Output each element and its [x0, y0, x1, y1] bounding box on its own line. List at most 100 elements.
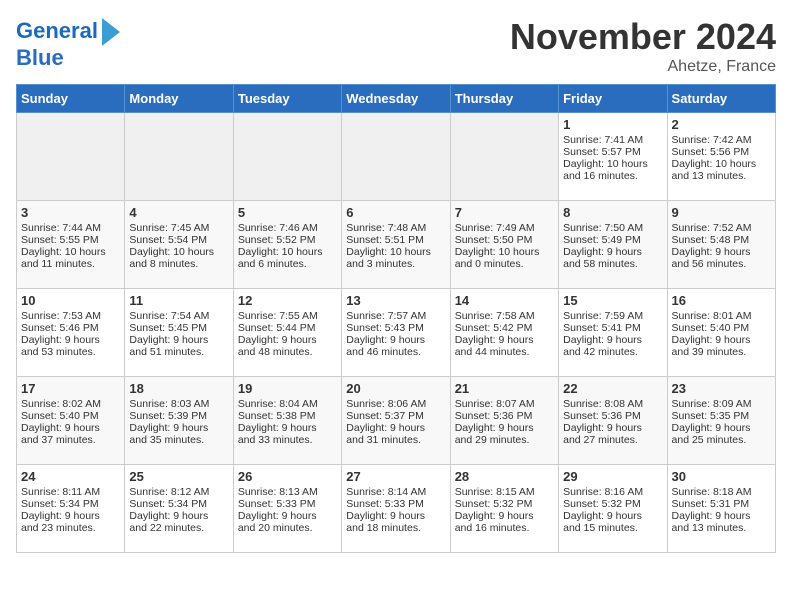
- day-content: Sunrise: 8:12 AM: [129, 486, 228, 498]
- day-content: and 39 minutes.: [672, 346, 771, 358]
- calendar-cell: 30Sunrise: 8:18 AMSunset: 5:31 PMDayligh…: [667, 465, 775, 553]
- day-number: 17: [21, 381, 120, 396]
- week-row: 10Sunrise: 7:53 AMSunset: 5:46 PMDayligh…: [17, 289, 776, 377]
- day-content: Daylight: 9 hours: [21, 422, 120, 434]
- header-monday: Monday: [125, 85, 233, 113]
- day-content: and 11 minutes.: [21, 258, 120, 270]
- day-content: Sunrise: 8:16 AM: [563, 486, 662, 498]
- day-content: and 25 minutes.: [672, 434, 771, 446]
- day-content: Daylight: 9 hours: [563, 334, 662, 346]
- day-content: Sunset: 5:35 PM: [672, 410, 771, 422]
- day-content: Daylight: 9 hours: [129, 510, 228, 522]
- calendar-cell: 20Sunrise: 8:06 AMSunset: 5:37 PMDayligh…: [342, 377, 450, 465]
- day-content: Daylight: 10 hours: [672, 158, 771, 170]
- calendar-cell: 12Sunrise: 7:55 AMSunset: 5:44 PMDayligh…: [233, 289, 341, 377]
- day-content: Sunset: 5:34 PM: [21, 498, 120, 510]
- day-content: and 42 minutes.: [563, 346, 662, 358]
- calendar-cell: [342, 113, 450, 201]
- day-content: Sunset: 5:54 PM: [129, 234, 228, 246]
- day-number: 10: [21, 293, 120, 308]
- day-content: Daylight: 9 hours: [129, 422, 228, 434]
- day-number: 29: [563, 469, 662, 484]
- day-content: Daylight: 9 hours: [346, 510, 445, 522]
- day-content: Sunrise: 7:42 AM: [672, 134, 771, 146]
- day-content: Daylight: 9 hours: [346, 334, 445, 346]
- day-number: 2: [672, 117, 771, 132]
- day-content: Sunset: 5:38 PM: [238, 410, 337, 422]
- day-content: Daylight: 9 hours: [455, 422, 554, 434]
- day-content: Daylight: 9 hours: [672, 510, 771, 522]
- calendar-cell: 15Sunrise: 7:59 AMSunset: 5:41 PMDayligh…: [559, 289, 667, 377]
- day-content: Sunrise: 7:45 AM: [129, 222, 228, 234]
- day-content: Sunset: 5:40 PM: [21, 410, 120, 422]
- header-thursday: Thursday: [450, 85, 558, 113]
- day-content: and 33 minutes.: [238, 434, 337, 446]
- day-number: 21: [455, 381, 554, 396]
- day-content: Daylight: 9 hours: [129, 334, 228, 346]
- day-content: and 8 minutes.: [129, 258, 228, 270]
- day-content: Daylight: 9 hours: [672, 246, 771, 258]
- day-content: Sunset: 5:40 PM: [672, 322, 771, 334]
- day-number: 7: [455, 205, 554, 220]
- month-title: November 2024: [510, 16, 776, 58]
- day-content: Daylight: 9 hours: [672, 422, 771, 434]
- page-header: General Blue November 2024 Ahetze, Franc…: [16, 16, 776, 76]
- day-content: and 22 minutes.: [129, 522, 228, 534]
- calendar-cell: 6Sunrise: 7:48 AMSunset: 5:51 PMDaylight…: [342, 201, 450, 289]
- calendar-cell: 25Sunrise: 8:12 AMSunset: 5:34 PMDayligh…: [125, 465, 233, 553]
- day-content: Sunset: 5:57 PM: [563, 146, 662, 158]
- day-content: Sunrise: 8:14 AM: [346, 486, 445, 498]
- day-content: Sunrise: 7:55 AM: [238, 310, 337, 322]
- day-number: 25: [129, 469, 228, 484]
- day-number: 22: [563, 381, 662, 396]
- header-tuesday: Tuesday: [233, 85, 341, 113]
- day-number: 12: [238, 293, 337, 308]
- day-content: and 37 minutes.: [21, 434, 120, 446]
- day-number: 27: [346, 469, 445, 484]
- day-content: Sunrise: 8:03 AM: [129, 398, 228, 410]
- calendar-cell: 16Sunrise: 8:01 AMSunset: 5:40 PMDayligh…: [667, 289, 775, 377]
- day-content: Daylight: 9 hours: [455, 334, 554, 346]
- calendar-cell: 10Sunrise: 7:53 AMSunset: 5:46 PMDayligh…: [17, 289, 125, 377]
- day-content: and 56 minutes.: [672, 258, 771, 270]
- calendar-cell: 5Sunrise: 7:46 AMSunset: 5:52 PMDaylight…: [233, 201, 341, 289]
- day-number: 14: [455, 293, 554, 308]
- day-content: and 31 minutes.: [346, 434, 445, 446]
- day-content: and 29 minutes.: [455, 434, 554, 446]
- day-content: Daylight: 9 hours: [238, 510, 337, 522]
- calendar-cell: 17Sunrise: 8:02 AMSunset: 5:40 PMDayligh…: [17, 377, 125, 465]
- day-content: Daylight: 9 hours: [563, 422, 662, 434]
- header-wednesday: Wednesday: [342, 85, 450, 113]
- day-content: and 23 minutes.: [21, 522, 120, 534]
- day-content: Sunset: 5:37 PM: [346, 410, 445, 422]
- logo: General Blue: [16, 16, 120, 70]
- day-content: Sunrise: 7:59 AM: [563, 310, 662, 322]
- logo-text-line1: General: [16, 19, 98, 43]
- day-content: Daylight: 9 hours: [455, 510, 554, 522]
- day-number: 20: [346, 381, 445, 396]
- calendar-cell: 27Sunrise: 8:14 AMSunset: 5:33 PMDayligh…: [342, 465, 450, 553]
- day-content: and 6 minutes.: [238, 258, 337, 270]
- day-number: 16: [672, 293, 771, 308]
- day-content: and 27 minutes.: [563, 434, 662, 446]
- day-content: Sunset: 5:39 PM: [129, 410, 228, 422]
- logo-text-line2: Blue: [16, 46, 64, 70]
- day-content: Sunrise: 8:18 AM: [672, 486, 771, 498]
- day-content: Sunrise: 7:49 AM: [455, 222, 554, 234]
- day-content: Daylight: 9 hours: [238, 334, 337, 346]
- day-content: Sunset: 5:43 PM: [346, 322, 445, 334]
- day-number: 26: [238, 469, 337, 484]
- day-content: Sunrise: 8:15 AM: [455, 486, 554, 498]
- day-content: and 46 minutes.: [346, 346, 445, 358]
- day-content: and 13 minutes.: [672, 522, 771, 534]
- day-number: 23: [672, 381, 771, 396]
- calendar-cell: 4Sunrise: 7:45 AMSunset: 5:54 PMDaylight…: [125, 201, 233, 289]
- header-friday: Friday: [559, 85, 667, 113]
- day-content: and 13 minutes.: [672, 170, 771, 182]
- day-content: Sunset: 5:56 PM: [672, 146, 771, 158]
- day-content: Sunrise: 8:06 AM: [346, 398, 445, 410]
- day-content: and 35 minutes.: [129, 434, 228, 446]
- day-content: Sunrise: 8:11 AM: [21, 486, 120, 498]
- day-content: Sunrise: 7:58 AM: [455, 310, 554, 322]
- calendar-cell: 9Sunrise: 7:52 AMSunset: 5:48 PMDaylight…: [667, 201, 775, 289]
